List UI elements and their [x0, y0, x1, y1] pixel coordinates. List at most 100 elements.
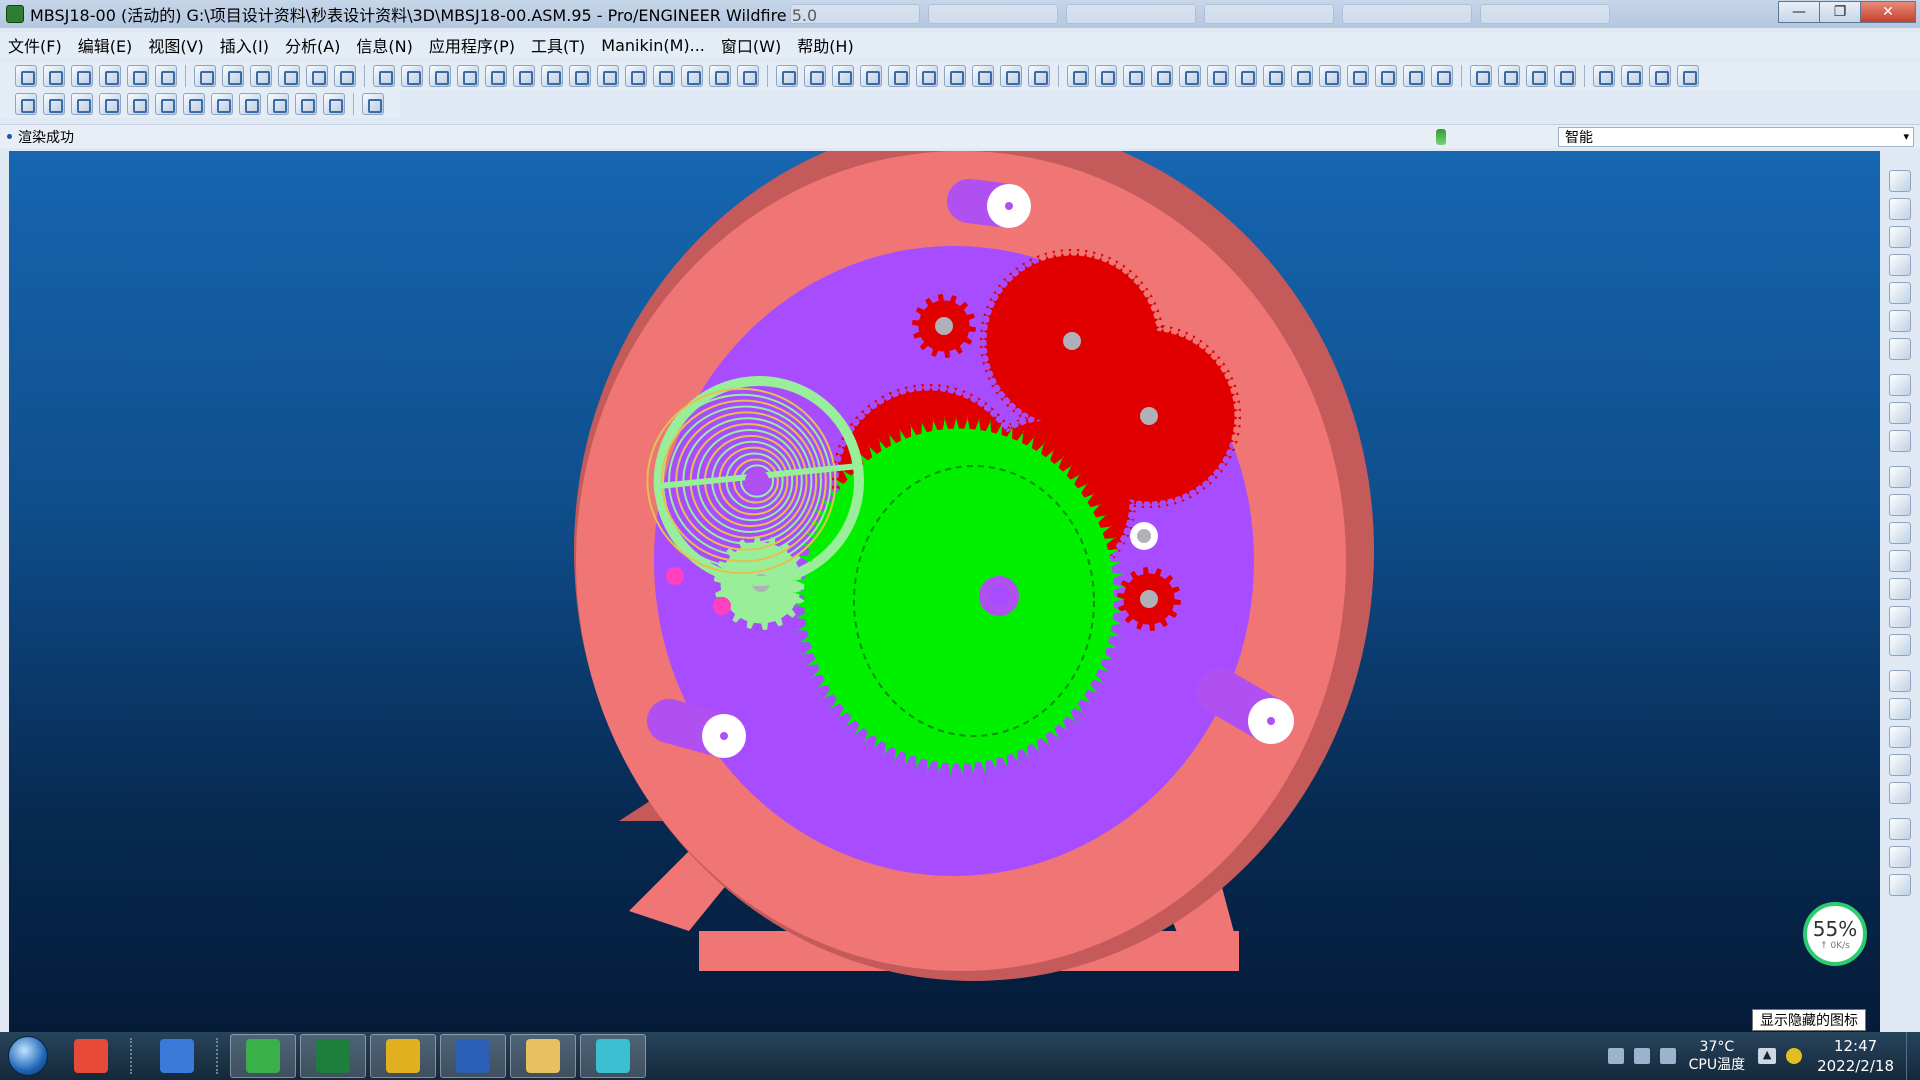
point-display-icon[interactable] [1649, 65, 1671, 87]
curve-tool-icon[interactable] [1889, 254, 1911, 276]
copy-icon[interactable] [457, 65, 479, 87]
email-icon[interactable] [306, 65, 328, 87]
datum-axis-display-icon[interactable] [1621, 65, 1643, 87]
menu-help[interactable]: 帮助(H) [789, 33, 862, 57]
component-icon[interactable] [99, 65, 121, 87]
pattern-icon[interactable] [653, 65, 675, 87]
assembly-model[interactable] [9, 151, 1880, 1032]
menu-edit[interactable]: 编辑(E) [70, 33, 141, 57]
context-help-icon[interactable] [362, 93, 384, 115]
sketch-icon[interactable] [888, 65, 910, 87]
background-window-tab[interactable] [1066, 4, 1196, 24]
zoom-in-icon[interactable] [1263, 65, 1285, 87]
model-tree-icon[interactable] [944, 65, 966, 87]
taskbar-app[interactable] [510, 1034, 576, 1078]
trim-icon[interactable] [916, 65, 938, 87]
measure-icon[interactable] [15, 93, 37, 115]
regeneration-status-icon[interactable] [1436, 129, 1446, 145]
saved-views-icon[interactable] [1375, 65, 1397, 87]
datum-axis-icon[interactable] [804, 65, 826, 87]
show-desktop-button[interactable] [1906, 1032, 1920, 1080]
paste-icon[interactable] [485, 65, 507, 87]
spin-center-icon[interactable] [1151, 65, 1173, 87]
mirror-tool-icon[interactable] [1889, 782, 1911, 804]
section-icon[interactable] [71, 93, 93, 115]
wave-icon[interactable] [183, 93, 205, 115]
hidden-icon[interactable] [1431, 65, 1453, 87]
named-views-icon[interactable] [1347, 65, 1369, 87]
curvature-icon[interactable] [127, 93, 149, 115]
package-icon[interactable] [127, 65, 149, 87]
binoculars-icon[interactable] [1000, 65, 1022, 87]
show-hidden-icons-button[interactable]: ▲ [1758, 1048, 1777, 1064]
menu-file[interactable]: 文件(F) [0, 33, 70, 57]
shade-icon[interactable] [334, 65, 356, 87]
table-icon[interactable] [681, 65, 703, 87]
measure-distance-icon[interactable] [295, 93, 317, 115]
datum-point-icon[interactable] [832, 65, 854, 87]
background-window-tab[interactable] [790, 4, 920, 24]
menu-analysis[interactable]: 分析(A) [277, 33, 348, 57]
round-tool-icon[interactable] [1889, 578, 1911, 600]
create-component-icon[interactable] [1889, 494, 1911, 516]
shell-tool-icon[interactable] [1889, 402, 1911, 424]
offset-icon[interactable] [1889, 874, 1911, 896]
repaint-icon[interactable] [1067, 65, 1089, 87]
datum-plane-icon[interactable] [776, 65, 798, 87]
placement-icon[interactable] [155, 65, 177, 87]
draft-tool-icon[interactable] [1889, 550, 1911, 572]
draft-icon[interactable] [43, 93, 65, 115]
network-tray-icon[interactable] [1659, 1048, 1676, 1064]
analysis-tool-icon[interactable] [1889, 338, 1911, 360]
taskbar-app[interactable] [230, 1034, 296, 1078]
layer-tree-icon[interactable] [972, 65, 994, 87]
refit-icon[interactable] [1319, 65, 1341, 87]
menu-applications[interactable]: 应用程序(P) [421, 33, 523, 57]
zoom-out-icon[interactable] [1291, 65, 1313, 87]
cpu-temperature[interactable]: 37°C CPU温度 [1689, 1038, 1745, 1074]
mirror-icon[interactable] [541, 65, 563, 87]
assembly-tree-icon[interactable] [71, 65, 93, 87]
csys-tool-icon[interactable] [1889, 310, 1911, 332]
menu-view[interactable]: 视图(V) [140, 33, 211, 57]
taskbar-app[interactable] [300, 1034, 366, 1078]
pattern-analysis-icon[interactable] [267, 93, 289, 115]
revolve-icon[interactable] [1889, 670, 1911, 692]
plane-tool-icon[interactable] [1889, 198, 1911, 220]
rulers-icon[interactable] [323, 93, 345, 115]
merge-icon[interactable] [1889, 818, 1911, 840]
regenerate-icon[interactable] [43, 65, 65, 87]
menu-insert[interactable]: 插入(I) [212, 33, 277, 57]
help-tray-icon[interactable] [1633, 1048, 1650, 1064]
stack-icon[interactable] [737, 65, 759, 87]
maximize-button[interactable]: ❐ [1819, 1, 1861, 23]
point-tool-icon[interactable] [1889, 282, 1911, 304]
start-button[interactable] [0, 1032, 56, 1080]
performance-widget[interactable]: 55% ↑ 0K/s [1803, 902, 1867, 966]
coord-sys-icon[interactable] [860, 65, 882, 87]
selection-filter-dropdown[interactable]: 智能 ▾ [1558, 127, 1914, 147]
orient-icon[interactable] [1095, 65, 1117, 87]
menu-tools[interactable]: 工具(T) [523, 33, 593, 57]
appearance-icon[interactable] [1179, 65, 1201, 87]
trim-tool-icon[interactable] [1889, 846, 1911, 868]
boundary-icon[interactable] [1889, 754, 1911, 776]
chamfer-tool-icon[interactable] [1889, 606, 1911, 628]
assemble-icon[interactable] [1889, 466, 1911, 488]
taskbar-app[interactable] [580, 1034, 646, 1078]
clock[interactable]: 12:47 2022/2/18 [1817, 1036, 1894, 1076]
color-analysis-icon[interactable] [211, 93, 233, 115]
print-icon[interactable] [278, 65, 300, 87]
hole-tool-icon[interactable] [1889, 374, 1911, 396]
mass-props-icon[interactable] [99, 93, 121, 115]
sphere-icon[interactable] [1207, 65, 1229, 87]
surface-analysis-icon[interactable] [155, 93, 177, 115]
taskbar-app[interactable] [440, 1034, 506, 1078]
wireframe-icon[interactable] [1470, 65, 1492, 87]
menu-window[interactable]: 窗口(W) [713, 33, 789, 57]
view-manager-icon[interactable] [1123, 65, 1145, 87]
close-button[interactable]: ✕ [1860, 1, 1916, 23]
selection-filter-icon[interactable] [1028, 65, 1050, 87]
background-window-tab[interactable] [1480, 4, 1610, 24]
background-window-tab[interactable] [1204, 4, 1334, 24]
